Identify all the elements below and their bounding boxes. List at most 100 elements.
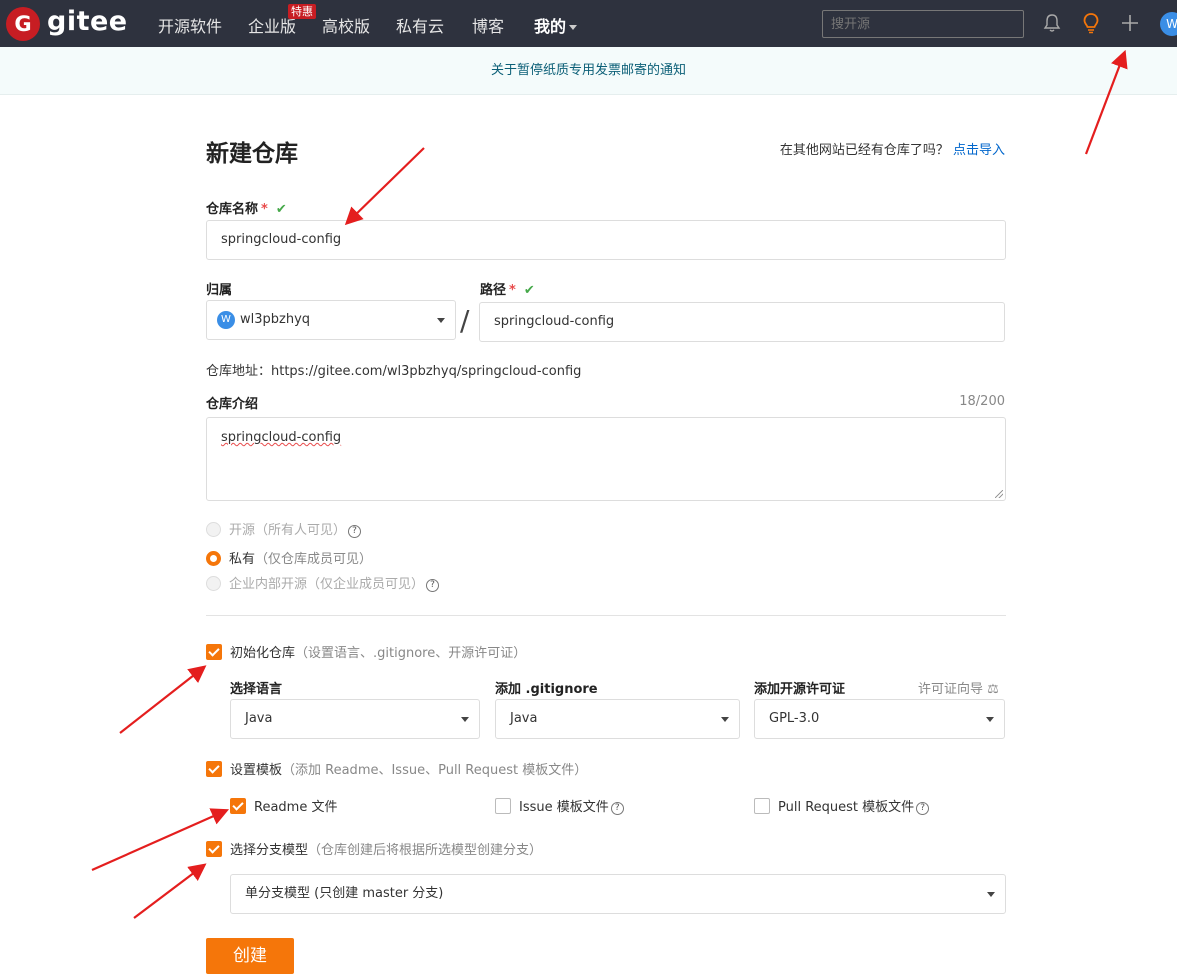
valid-check-icon: ✔	[523, 283, 535, 298]
nav-item-mine-label: 我的	[534, 17, 567, 36]
radio-public-hint: （所有人可见）	[255, 523, 347, 538]
notice-banner: 关于暂停纸质专用发票邮寄的通知	[0, 47, 1177, 95]
checkbox-checked-icon	[206, 841, 222, 857]
checkbox-checked-icon	[230, 798, 246, 814]
template-checkbox[interactable]: 设置模板（添加 Readme、Issue、Pull Request 模板文件）	[206, 759, 587, 778]
chevron-down-icon	[437, 318, 445, 323]
top-navbar: G gitee 开源软件 企业版 特惠 高校版 私有云 博客 我的 W	[0, 0, 1177, 47]
nav-item-open-source[interactable]: 开源软件	[158, 13, 222, 37]
radio-circle	[206, 522, 221, 537]
gitignore-value: Java	[510, 711, 538, 726]
pr-template-label: Pull Request 模板文件	[778, 800, 915, 815]
search-input[interactable]	[822, 10, 1024, 38]
license-guide-link[interactable]: 许可证向导 ⚖	[918, 678, 999, 697]
description-textarea[interactable]: springcloud-config	[206, 417, 1006, 501]
pr-template-checkbox[interactable]: Pull Request 模板文件?	[754, 796, 930, 815]
branch-model-value: 单分支模型 (只创建 master 分支)	[245, 886, 444, 901]
nav-item-private-cloud[interactable]: 私有云	[396, 13, 444, 37]
owner-label: 归属	[206, 283, 233, 298]
gitignore-select[interactable]: Java	[495, 699, 740, 739]
plus-icon[interactable]	[1119, 12, 1141, 34]
radio-private-label: 私有	[229, 552, 256, 567]
chevron-down-icon	[569, 25, 578, 30]
annotation-arrow-init	[119, 665, 207, 734]
license-value: GPL-3.0	[769, 711, 820, 726]
description-counter: 18/200	[959, 394, 1005, 409]
nav-item-mine[interactable]: 我的	[534, 13, 578, 37]
user-avatar[interactable]: W	[1160, 12, 1177, 36]
init-repo-label: 初始化仓库	[230, 646, 296, 661]
nav-item-blog[interactable]: 博客	[472, 13, 504, 37]
readme-checkbox[interactable]: Readme 文件	[230, 796, 337, 815]
divider	[206, 615, 1006, 616]
annotation-arrow-branch	[133, 863, 207, 919]
required-mark: *	[261, 202, 268, 217]
readme-label: Readme 文件	[254, 800, 338, 815]
template-hint: （添加 Readme、Issue、Pull Request 模板文件）	[282, 763, 588, 778]
template-label: 设置模板	[230, 763, 283, 778]
gitignore-label: 添加 .gitignore	[495, 682, 598, 697]
path-label: 路径 * ✔	[480, 279, 535, 298]
resize-handle-icon[interactable]	[995, 490, 1003, 498]
repo-name-label: 仓库名称 * ✔	[206, 198, 287, 217]
radio-enterprise-hint: （仅企业成员可见）	[307, 577, 425, 592]
promo-badge: 特惠	[288, 4, 316, 19]
branch-model-hint: （仓库创建后将根据所选模型创建分支）	[308, 843, 543, 858]
page-title: 新建仓库	[206, 141, 298, 167]
owner-avatar: W	[217, 310, 235, 329]
branch-model-select[interactable]: 单分支模型 (只创建 master 分支)	[230, 874, 1006, 914]
bulb-icon[interactable]	[1080, 12, 1102, 34]
checkbox-empty-icon	[754, 798, 770, 814]
issue-template-label: Issue 模板文件	[519, 800, 609, 815]
path-separator: /	[460, 304, 470, 337]
gitee-logo-icon[interactable]: G	[6, 7, 40, 41]
checkbox-checked-icon	[206, 644, 222, 660]
valid-check-icon: ✔	[275, 202, 287, 217]
owner-value: wl3pbzhyq	[240, 312, 311, 327]
chevron-down-icon	[461, 717, 469, 722]
import-prompt: 在其他网站已经有仓库了吗？ 点击导入	[780, 139, 1005, 158]
help-icon[interactable]: ?	[348, 525, 362, 538]
import-link[interactable]: 点击导入	[953, 143, 1005, 158]
language-select[interactable]: Java	[230, 699, 480, 739]
branch-model-checkbox[interactable]: 选择分支模型（仓库创建后将根据所选模型创建分支）	[206, 839, 542, 858]
license-select[interactable]: GPL-3.0	[754, 699, 1005, 739]
description-value: springcloud-config	[221, 430, 342, 445]
repo-name-label-text: 仓库名称	[206, 202, 259, 217]
branch-model-label: 选择分支模型	[230, 843, 309, 858]
init-repo-hint: （设置语言、.gitignore、开源许可证）	[295, 646, 527, 661]
annotation-arrow-name	[344, 147, 425, 226]
license-guide-text: 许可证向导	[918, 682, 984, 697]
notice-link[interactable]: 关于暂停纸质专用发票邮寄的通知	[491, 63, 686, 78]
logo-text[interactable]: gitee	[47, 6, 128, 37]
chevron-down-icon	[987, 892, 995, 897]
scale-icon: ⚖	[983, 682, 999, 697]
radio-circle-selected	[206, 551, 221, 566]
bell-icon[interactable]	[1041, 12, 1063, 34]
checkbox-checked-icon	[206, 761, 222, 777]
create-button[interactable]: 创建	[206, 938, 294, 974]
radio-circle	[206, 576, 221, 591]
language-label: 选择语言	[230, 682, 283, 697]
radio-public[interactable]: 开源（所有人可见）?	[206, 519, 362, 538]
radio-enterprise-label: 企业内部开源	[229, 577, 308, 592]
path-input[interactable]: springcloud-config	[479, 302, 1005, 342]
nav-item-university[interactable]: 高校版	[322, 13, 370, 37]
chevron-down-icon	[986, 717, 994, 722]
init-repo-checkbox[interactable]: 初始化仓库（设置语言、.gitignore、开源许可证）	[206, 642, 526, 661]
radio-private[interactable]: 私有（仅仓库成员可见）	[206, 548, 372, 567]
required-mark: *	[509, 283, 516, 298]
help-icon[interactable]: ?	[426, 579, 440, 592]
radio-enterprise[interactable]: 企业内部开源（仅企业成员可见）?	[206, 573, 440, 592]
import-prompt-text: 在其他网站已经有仓库了吗？	[779, 143, 949, 158]
help-icon[interactable]: ?	[610, 802, 624, 815]
chevron-down-icon	[721, 717, 729, 722]
path-label-text: 路径	[480, 283, 507, 298]
owner-select[interactable]: Wwl3pbzhyq	[206, 300, 456, 340]
repo-name-input[interactable]: springcloud-config	[206, 220, 1006, 260]
checkbox-empty-icon	[495, 798, 511, 814]
issue-template-checkbox[interactable]: Issue 模板文件?	[495, 796, 624, 815]
radio-public-label: 开源	[229, 523, 256, 538]
radio-private-hint: （仅仓库成员可见）	[255, 552, 373, 567]
help-icon[interactable]: ?	[916, 802, 930, 815]
